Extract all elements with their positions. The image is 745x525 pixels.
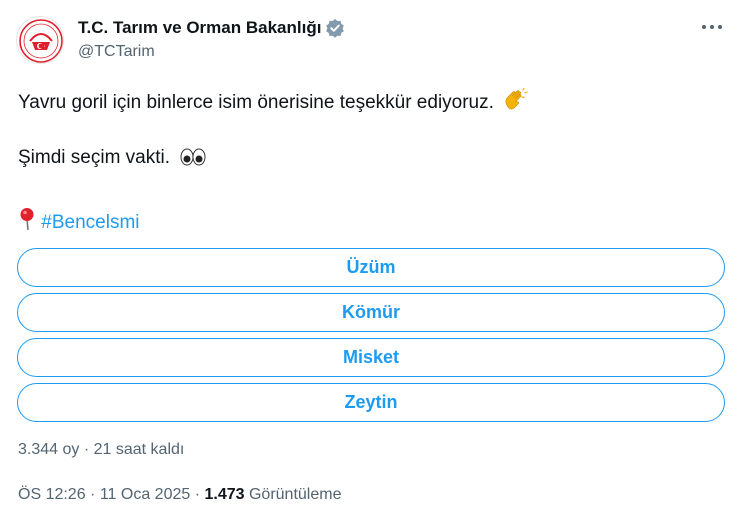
tweet-date[interactable]: 11 Oca 2025 <box>100 486 190 503</box>
hashtag-link[interactable]: #Bencelsmi <box>41 212 139 233</box>
verified-badge-icon[interactable] <box>325 18 345 38</box>
clapping-hands-icon <box>503 87 529 118</box>
ministry-logo-icon <box>19 19 63 63</box>
avatar[interactable] <box>16 16 64 64</box>
tweet-time[interactable]: ÖS 12:26 <box>18 486 86 503</box>
tweet-text-1: Yavru goril için binlerce isim önerisine… <box>18 92 494 113</box>
more-options-icon[interactable] <box>699 18 725 38</box>
poll-separator: · <box>79 441 94 458</box>
eyes-icon <box>179 147 207 173</box>
views-count: 1.473 <box>204 486 245 503</box>
author-handle[interactable]: @TCTarim <box>78 43 345 61</box>
author-display-name[interactable]: T.C. Tarım ve Orman Bakanlığı <box>78 18 321 38</box>
poll-option-komur[interactable]: Kömür <box>17 293 725 332</box>
tweet-text-2: Şimdi seçim vakti. <box>18 147 171 168</box>
round-pushpin-icon <box>18 207 36 237</box>
tweet-header: T.C. Tarım ve Orman Bakanlığı @TCTarim <box>16 14 729 66</box>
meta-dot-2: · <box>190 486 205 503</box>
poll-option-misket[interactable]: Misket <box>17 338 725 377</box>
poll-option-uzum[interactable]: Üzüm <box>17 248 725 287</box>
poll-votes: 3.344 oy <box>18 441 80 458</box>
author-names: T.C. Tarım ve Orman Bakanlığı @TCTarim <box>78 16 345 61</box>
tweet-text-line-1: Yavru goril için binlerce isim önerisine… <box>18 87 529 118</box>
poll: Üzüm Kömür Misket Zeytin <box>17 248 725 428</box>
tweet-text-line-2: Şimdi seçim vakti. <box>18 147 207 173</box>
poll-meta: 3.344 oy · 21 saat kaldı <box>18 441 184 459</box>
views-label: Görüntüleme <box>248 486 342 503</box>
tweet-text-line-3: #Bencelsmi <box>18 207 140 237</box>
meta-dot-1: · <box>85 486 100 503</box>
poll-time-left: 21 saat kaldı <box>93 441 185 458</box>
tweet-meta: ÖS 12:26 · 11 Oca 2025 · 1.473 Görüntüle… <box>18 486 341 504</box>
poll-option-zeytin[interactable]: Zeytin <box>17 383 725 422</box>
